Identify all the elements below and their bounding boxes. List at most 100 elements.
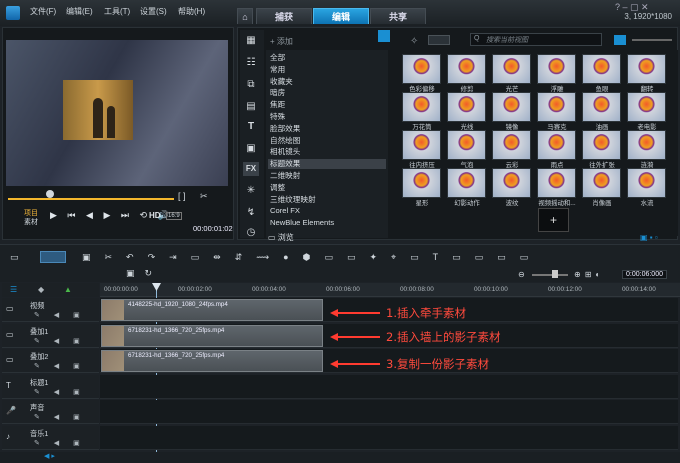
search-input[interactable]: Q 搜索当前视图 <box>470 33 602 46</box>
motion-icon[interactable]: ✳ <box>243 184 259 198</box>
title-icon[interactable]: ▤ <box>243 100 259 114</box>
effect-thumbnail[interactable] <box>447 130 486 160</box>
effect-thumbnail[interactable] <box>492 54 531 84</box>
track-lane[interactable] <box>100 400 678 424</box>
thumbnail-size-slider[interactable] <box>632 39 672 41</box>
zoom-slider[interactable] <box>532 274 568 276</box>
category-item[interactable]: 特殊 <box>270 112 285 122</box>
zoom-slider-handle[interactable] <box>552 270 558 278</box>
effect-thumbnail[interactable] <box>537 168 576 198</box>
window-controls[interactable]: ? – ▢ ✕ <box>615 2 649 13</box>
tab-capture[interactable]: 捕获 <box>256 8 312 24</box>
track-controls[interactable]: ✎ ◀ ▣ <box>34 388 86 396</box>
browse-button[interactable]: ▭ 浏览 <box>268 232 294 243</box>
timeline-tool-icons-row2[interactable]: ▣↻ <box>126 268 186 280</box>
category-item[interactable]: 脸部效果 <box>270 124 300 134</box>
menu-help[interactable]: 帮助(H) <box>178 5 205 19</box>
tab-edit[interactable]: 编辑 <box>313 8 369 24</box>
clip-mode-label[interactable]: 素材 <box>24 217 38 227</box>
menu-settings[interactable]: 设置(S) <box>140 5 167 19</box>
category-item[interactable]: 三维纹理映射 <box>270 195 316 205</box>
category-item[interactable]: 焦距 <box>270 100 285 110</box>
tab-share[interactable]: 共享 <box>370 8 426 24</box>
category-item[interactable]: 标题效果 <box>268 159 386 170</box>
clock-icon[interactable]: ◷ <box>243 226 259 240</box>
scrubber-handle[interactable] <box>46 190 54 198</box>
library-options-icons[interactable]: ▣ ▪ ▫ <box>640 233 658 242</box>
scroll-controls[interactable]: ◀ ▸ <box>44 452 55 460</box>
library-corner-icon[interactable] <box>378 30 390 42</box>
effect-thumbnail[interactable] <box>402 54 441 84</box>
path-icon[interactable]: ↯ <box>243 206 259 220</box>
trim-markers[interactable]: [ ] <box>178 191 186 201</box>
graphics-icon[interactable]: ▣ <box>243 142 259 156</box>
effect-star-icon[interactable]: ✧ <box>410 36 418 47</box>
category-item[interactable]: Corel FX <box>270 206 300 216</box>
add-effect-placeholder[interactable]: + <box>538 208 569 232</box>
chapter-icon[interactable]: ◆ <box>38 285 44 294</box>
storyboard-view-icon[interactable]: ▭ <box>10 252 28 262</box>
effect-thumbnail[interactable] <box>582 92 621 122</box>
track-controls[interactable]: ✎ ◀ ▣ <box>34 439 86 447</box>
menu-tools[interactable]: 工具(T) <box>104 5 130 19</box>
effect-thumbnail[interactable] <box>537 92 576 122</box>
hd-toggle[interactable]: HD <box>149 211 161 220</box>
category-item[interactable]: 二维映射 <box>270 171 300 181</box>
effect-thumbnail[interactable] <box>447 54 486 84</box>
grid-view-button[interactable] <box>614 35 626 45</box>
menu-file[interactable]: 文件(F) <box>30 5 56 19</box>
zoom-out-icon[interactable]: ⊖ <box>518 270 525 279</box>
view-toggle[interactable] <box>428 35 450 45</box>
category-item[interactable]: 收藏夹 <box>270 77 293 87</box>
track-controls[interactable]: ✎ ◀ ▣ <box>34 337 86 345</box>
track-lane[interactable] <box>100 374 678 399</box>
home-tab[interactable]: ⌂ <box>237 8 253 24</box>
track-lane[interactable] <box>100 425 678 450</box>
media-icon[interactable]: ▦ <box>243 34 259 48</box>
add-folder-button[interactable]: + 添加 <box>270 36 293 47</box>
effect-thumbnail[interactable] <box>492 168 531 198</box>
scissors-icon[interactable]: ✂ <box>200 191 208 202</box>
timeline-view-button[interactable] <box>40 251 66 263</box>
category-item[interactable]: 相机镜头 <box>270 147 300 157</box>
effect-thumbnail[interactable] <box>627 54 666 84</box>
effect-thumbnail[interactable] <box>627 168 666 198</box>
effect-thumbnail[interactable] <box>582 54 621 84</box>
effect-thumbnail[interactable] <box>492 130 531 160</box>
track-controls[interactable]: ✎ ◀ ▣ <box>34 362 86 370</box>
aspect-ratio-button[interactable]: 16:9 <box>166 212 182 220</box>
text-icon[interactable]: T <box>243 120 259 134</box>
instant-project-icon[interactable]: ☷ <box>243 56 259 70</box>
effect-thumbnail[interactable] <box>582 168 621 198</box>
track-controls[interactable]: ✎ ◀ ▣ <box>34 311 86 319</box>
category-item[interactable]: 全部 <box>270 53 285 63</box>
effect-thumbnail[interactable] <box>447 92 486 122</box>
effect-thumbnail[interactable] <box>537 130 576 160</box>
fx-icon[interactable]: FX <box>243 162 259 176</box>
ripple-edit-icon[interactable]: ▲ <box>64 285 72 294</box>
category-item[interactable]: 调整 <box>270 183 285 193</box>
zoom-in-icon[interactable]: ⊕⊞◐ <box>574 270 604 279</box>
timeline-duration[interactable]: 0:00:06:000 <box>622 270 667 279</box>
effect-thumbnail[interactable] <box>402 130 441 160</box>
timecode-display[interactable]: 00:00:01:02 <box>193 224 233 233</box>
effect-thumbnail[interactable] <box>402 92 441 122</box>
track-controls[interactable]: ✎ ◀ ▣ <box>34 413 86 421</box>
effect-thumbnail[interactable] <box>582 130 621 160</box>
scrubber-track[interactable] <box>8 198 174 200</box>
transition-icon[interactable]: ⧉ <box>243 78 259 92</box>
category-item[interactable]: 常用 <box>270 65 285 75</box>
effect-thumbnail[interactable] <box>537 54 576 84</box>
effect-thumbnail[interactable] <box>627 92 666 122</box>
track-manager-icon[interactable]: ☰ <box>10 285 17 294</box>
category-item[interactable]: 自然绘图 <box>270 136 300 146</box>
timeline-tool-icons[interactable]: ▣✂↶↷⇥▭⇹⇵⟿●⬢▭▭✦⌖▭T▭▭▭▭ <box>82 252 562 264</box>
category-item[interactable]: NewBlue Elements <box>270 218 334 228</box>
category-item[interactable]: 暗房 <box>270 88 285 98</box>
effect-thumbnail[interactable] <box>492 92 531 122</box>
effect-thumbnail[interactable] <box>627 130 666 160</box>
timeline-scrollbar[interactable]: ◀ ▸ <box>0 452 680 463</box>
effect-thumbnail[interactable] <box>402 168 441 198</box>
menu-edit[interactable]: 编辑(E) <box>66 5 93 19</box>
effect-thumbnail[interactable] <box>447 168 486 198</box>
